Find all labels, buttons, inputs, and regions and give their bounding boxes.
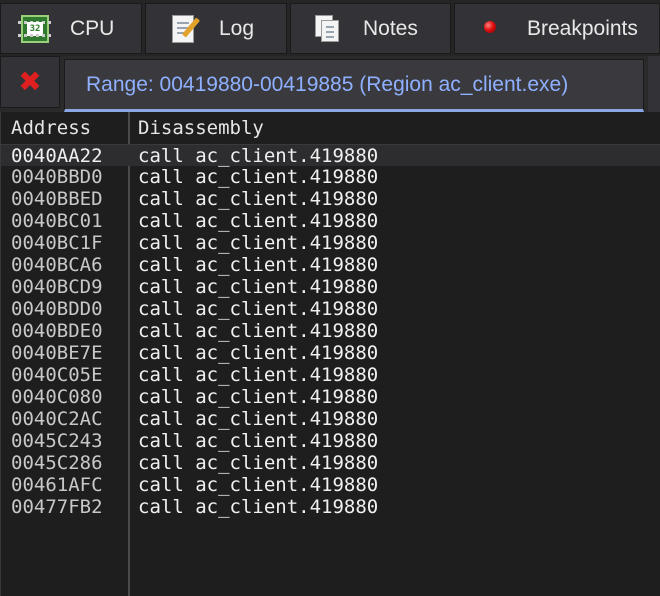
disassembly-cell: call ac_client.419880 bbox=[138, 298, 379, 320]
address-cell: 0040BE7E bbox=[11, 342, 103, 364]
tab-log-label: Log bbox=[219, 17, 255, 40]
address-cell: 0040BBED bbox=[11, 188, 103, 210]
table-row[interactable]: 00461AFC call ac_client.419880 bbox=[1, 474, 660, 496]
table-row[interactable]: 0040BC01 call ac_client.419880 bbox=[1, 210, 660, 232]
tab-breakpoints[interactable]: Breakpoints bbox=[454, 3, 660, 54]
table-row[interactable]: 0040C2AC call ac_client.419880 bbox=[1, 408, 660, 430]
disassembly-cell: call ac_client.419880 bbox=[138, 320, 379, 342]
table-row[interactable]: 0045C243 call ac_client.419880 bbox=[1, 430, 660, 452]
column-header-address[interactable]: Address bbox=[11, 117, 91, 139]
tab-breakpoints-label: Breakpoints bbox=[527, 17, 638, 40]
address-cell: 0040BCD9 bbox=[11, 276, 103, 298]
table-row[interactable]: 0040BCD9 call ac_client.419880 bbox=[1, 276, 660, 298]
address-cell: 00477FB2 bbox=[11, 496, 103, 518]
disassembly-cell: call ac_client.419880 bbox=[138, 452, 379, 474]
address-cell: 0040C2AC bbox=[11, 408, 103, 430]
log-pencil-icon bbox=[172, 15, 200, 43]
disassembly-cell: call ac_client.419880 bbox=[138, 254, 379, 276]
disassembly-cell: call ac_client.419880 bbox=[138, 430, 379, 452]
tab-bar-overflow bbox=[648, 56, 660, 112]
table-row[interactable]: 00477FB2 call ac_client.419880 bbox=[1, 496, 660, 518]
address-cell: 0040BCA6 bbox=[11, 254, 103, 276]
tab-log[interactable]: Log bbox=[145, 3, 287, 54]
address-cell: 0040BDD0 bbox=[11, 298, 103, 320]
close-icon: ✖ bbox=[18, 65, 42, 98]
tab-range-label: Range: 00419880-00419885 (Region ac_clie… bbox=[86, 73, 569, 96]
disassembly-cell: call ac_client.419880 bbox=[138, 408, 379, 430]
disassembly-cell: call ac_client.419880 bbox=[138, 364, 379, 386]
address-cell: 0040C05E bbox=[11, 364, 103, 386]
address-cell: 00461AFC bbox=[11, 474, 103, 496]
disassembly-cell: call ac_client.419880 bbox=[138, 166, 379, 188]
tab-cpu[interactable]: 32 CPU bbox=[0, 3, 142, 54]
references-table: Address Disassembly 0040AA22 call ac_clie… bbox=[0, 112, 660, 596]
disassembly-cell: call ac_client.419880 bbox=[138, 496, 379, 518]
close-tab-button[interactable]: ✖ bbox=[0, 56, 60, 108]
table-row[interactable]: 0040C05E call ac_client.419880 bbox=[1, 364, 660, 386]
address-cell: 0040AA22 bbox=[11, 145, 103, 167]
address-cell: 0045C286 bbox=[11, 452, 103, 474]
disassembly-cell: call ac_client.419880 bbox=[138, 342, 379, 364]
disassembly-cell: call ac_client.419880 bbox=[138, 145, 379, 167]
disassembly-cell: call ac_client.419880 bbox=[138, 474, 379, 496]
address-cell: 0040BC01 bbox=[11, 210, 103, 232]
table-row[interactable]: 0040BC1F call ac_client.419880 bbox=[1, 232, 660, 254]
table-row[interactable]: 0040C080 call ac_client.419880 bbox=[1, 386, 660, 408]
disassembly-cell: call ac_client.419880 bbox=[138, 386, 379, 408]
address-cell: 0045C243 bbox=[11, 430, 103, 452]
tab-cpu-label: CPU bbox=[70, 17, 115, 40]
table-row[interactable]: 0040BDD0 call ac_client.419880 bbox=[1, 298, 660, 320]
address-cell: 0040BC1F bbox=[11, 232, 103, 254]
table-row[interactable]: 0045C286 call ac_client.419880 bbox=[1, 452, 660, 474]
tab-notes[interactable]: Notes bbox=[290, 3, 451, 54]
disassembly-cell: call ac_client.419880 bbox=[138, 232, 379, 254]
address-cell: 0040C080 bbox=[11, 386, 103, 408]
table-row[interactable]: 0040BDE0 call ac_client.419880 bbox=[1, 320, 660, 342]
cpu-chip-icon: 32 bbox=[18, 15, 52, 43]
disassembly-cell: call ac_client.419880 bbox=[138, 188, 379, 210]
address-cell: 0040BBD0 bbox=[11, 166, 103, 188]
tab-notes-label: Notes bbox=[363, 17, 418, 40]
column-header-disassembly[interactable]: Disassembly bbox=[138, 117, 264, 139]
app-window: 32 CPU Log Notes Breakpoints ✖ Range: 00… bbox=[0, 0, 660, 596]
table-row[interactable]: 0040BE7E call ac_client.419880 bbox=[1, 342, 660, 364]
top-tab-bar: 32 CPU Log Notes Breakpoints bbox=[0, 0, 660, 56]
disassembly-cell: call ac_client.419880 bbox=[138, 276, 379, 298]
table-row[interactable]: 0040BBD0 call ac_client.419880 bbox=[1, 166, 660, 188]
notes-icon bbox=[315, 15, 343, 43]
disassembly-cell: call ac_client.419880 bbox=[138, 210, 379, 232]
breakpoint-dot-icon bbox=[477, 15, 505, 43]
address-cell: 0040BDE0 bbox=[11, 320, 103, 342]
table-row[interactable]: 0040BCA6 call ac_client.419880 bbox=[1, 254, 660, 276]
reference-tab-bar: ✖ Range: 00419880-00419885 (Region ac_cl… bbox=[0, 56, 660, 112]
tab-range-region[interactable]: Range: 00419880-00419885 (Region ac_clie… bbox=[64, 59, 644, 112]
table-row[interactable]: 0040AA22 call ac_client.419880 bbox=[1, 144, 660, 167]
cpu-chip-label: 32 bbox=[27, 22, 43, 36]
table-row[interactable]: 0040BBED call ac_client.419880 bbox=[1, 188, 660, 210]
